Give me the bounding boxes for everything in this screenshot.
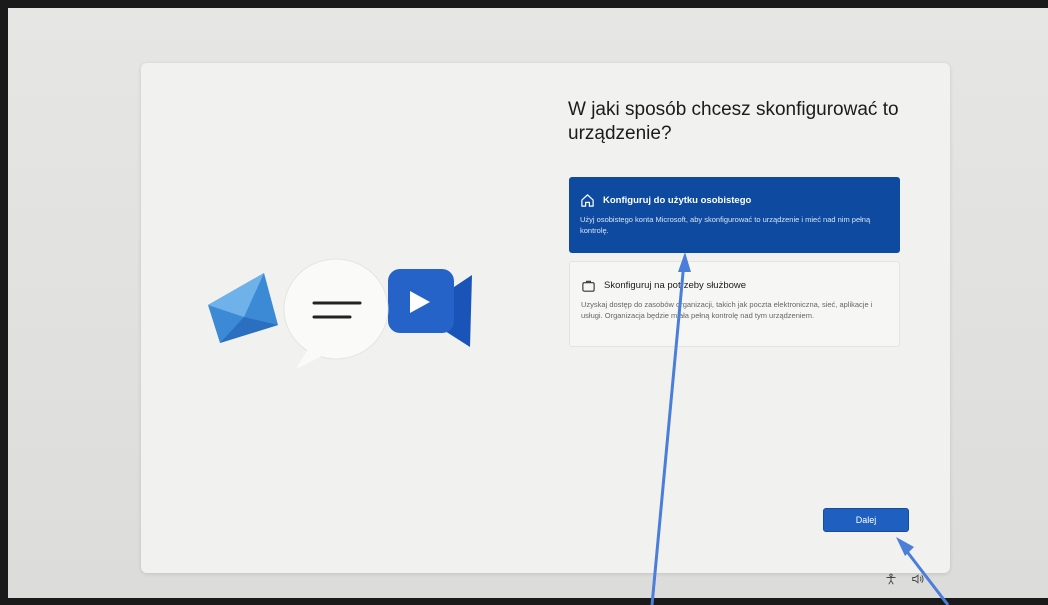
chat-bubble-icon (283, 258, 389, 369)
option-personal-description: Użyj osobistego konta Microsoft, aby sko… (580, 215, 871, 235)
option-work-use[interactable]: Skonfiguruj na potrzeby służbowe Uzyskaj… (569, 261, 900, 347)
page-title: W jaki sposób chcesz skonfigurować to ur… (568, 99, 899, 144)
option-work-description: Uzyskaj dostęp do zasobów organizacji, t… (581, 300, 873, 320)
next-button[interactable]: Dalej (823, 508, 909, 532)
volume-icon[interactable] (911, 573, 925, 585)
home-icon (581, 194, 594, 207)
system-tray (885, 573, 925, 585)
video-camera-icon (388, 269, 472, 347)
option-work-title: Skonfiguruj na potrzeby służbowe (604, 280, 747, 291)
briefcase-icon (582, 280, 595, 292)
option-personal-use[interactable]: Konfiguruj do użytku osobistego Użyj oso… (569, 177, 900, 253)
option-personal-title: Konfiguruj do użytku osobistego (603, 195, 752, 206)
accessibility-icon[interactable] (885, 573, 897, 585)
setup-illustration (208, 258, 472, 369)
mail-icon (208, 273, 278, 343)
